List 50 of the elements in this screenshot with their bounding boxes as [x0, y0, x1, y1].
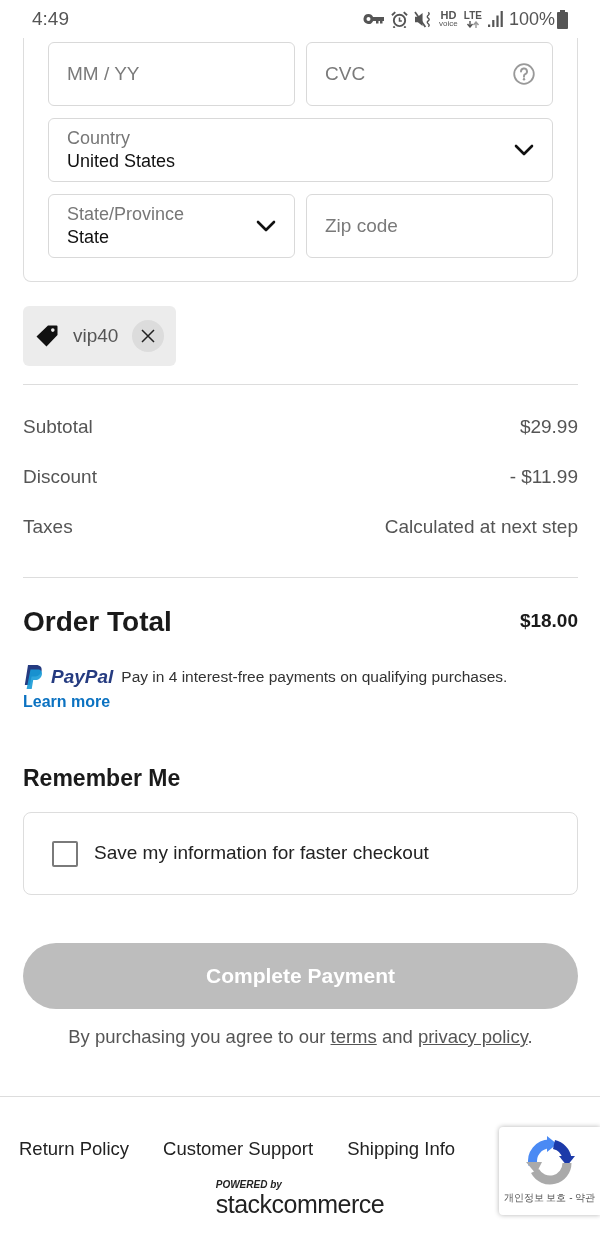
field-label: Country [67, 127, 132, 149]
powered-by-text: POWERED by [215, 1179, 283, 1191]
data-arrows-icon [465, 20, 480, 28]
p-logo-icon [23, 665, 43, 689]
field-label: State/Province [67, 203, 185, 225]
cvc-field[interactable]: CVC [306, 42, 553, 106]
state-select[interactable]: State/Province State [48, 194, 295, 258]
selected-value: State [67, 226, 111, 249]
status-time: 4:49 [32, 6, 69, 31]
remove-coupon-button[interactable] [132, 320, 165, 352]
save-info-label: Save my information for faster checkout [94, 841, 429, 866]
paypal-wordmark: PayPal [51, 664, 114, 689]
summary-label: Discount [23, 464, 97, 489]
hd-label: HD [440, 10, 457, 20]
summary-amount: - $11.99 [509, 464, 578, 489]
network-label: LTE [463, 10, 482, 21]
remember-me-heading: Remember Me [23, 764, 182, 793]
chevron-down-icon [514, 144, 534, 156]
summary-amount: $29.99 [519, 414, 578, 439]
alarm-clock-icon [391, 10, 409, 28]
help-icon[interactable] [513, 63, 535, 85]
close-icon [141, 329, 156, 343]
footer-link[interactable]: Return Policy [19, 1137, 129, 1161]
country-select[interactable]: Country United States [48, 118, 553, 182]
voice-label: voice [439, 20, 458, 28]
key-icon [363, 13, 386, 25]
order-total-heading: Order Total [23, 605, 172, 639]
battery-percent: 100% [508, 7, 555, 31]
learn-more-link[interactable]: Learn more [23, 691, 111, 713]
summary-label: Taxes [23, 514, 73, 539]
signal-icon [487, 11, 503, 27]
save-info-checkbox[interactable] [52, 840, 78, 867]
chevron-down-icon [256, 220, 276, 232]
privacy-policy-link[interactable]: privacy policy [417, 1026, 528, 1047]
summary-label: Subtotal [23, 414, 93, 439]
tag-icon [35, 324, 59, 348]
footer-link[interactable]: Shipping Info [347, 1137, 456, 1161]
summary-amount: Calculated at next step [384, 514, 578, 539]
coupon-code: vip40 [73, 323, 119, 348]
expiry-field[interactable]: MM / YY [48, 42, 295, 106]
battery-icon [557, 9, 568, 29]
brand-wordmark: stackcommerce [215, 1191, 385, 1217]
footer-link[interactable]: Customer Support [163, 1137, 314, 1161]
order-total-amount: $18.00 [519, 609, 578, 633]
zip-code-field[interactable]: Zip code [306, 194, 553, 258]
terms-link[interactable]: terms [330, 1026, 377, 1047]
terms-agreement-text: By purchasing you agree to our terms and privacy policy. [67, 1025, 534, 1049]
privacy-terms-text[interactable]: 개인정보 보호 - 약관 [503, 1192, 596, 1204]
pay-in-4-message: Pay in 4 interest-free payments on qualifying purchases. [121, 667, 508, 688]
selected-value: United States [67, 150, 176, 173]
